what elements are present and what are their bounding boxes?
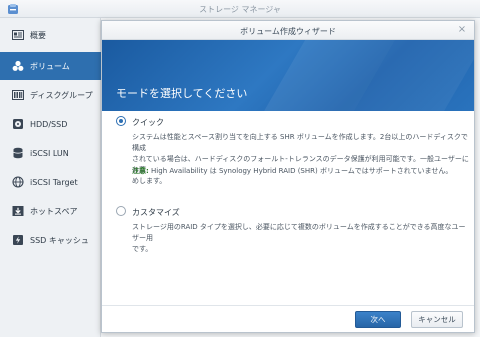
sidebar-item-disk-group[interactable]: ディスクグループ (0, 81, 101, 109)
sidebar: 概要 ボリューム ディスクグループ HDD/SSD iSCSI LUN iSCS… (0, 18, 101, 337)
dialog-titlebar: ボリューム作成ウィザード × (102, 21, 474, 40)
cancel-button[interactable]: キャンセル (411, 311, 463, 328)
quick-mode-label[interactable]: クイック (132, 117, 164, 128)
ssd-cache-icon (13, 235, 23, 245)
description-line: ストレージ用のRAID タイプを選択し、必要に応じて複数のボリュームを作成するこ… (132, 223, 466, 242)
sidebar-item-hot-spare[interactable]: ホットスペア (0, 197, 101, 225)
window-title: ストレージ マネージャ (199, 5, 281, 14)
sidebar-item-overview[interactable]: 概要 (0, 21, 101, 49)
quick-mode-note: 注意: High Availability は Synology Hybrid … (132, 166, 472, 177)
sidebar-item-hdd-ssd[interactable]: HDD/SSD (0, 110, 101, 138)
volume-creation-wizard: ボリューム作成ウィザード × モードを選択してください クイック システムは性能… (101, 20, 475, 333)
dialog-title: ボリューム作成ウィザード (240, 27, 336, 36)
sidebar-item-label: 概要 (30, 30, 46, 40)
disk-group-icon (12, 90, 24, 100)
description-line: めします。 (132, 177, 167, 185)
note-label: 注意: (132, 167, 149, 175)
overview-icon (12, 30, 24, 40)
iscsi-target-icon (12, 176, 24, 188)
custom-mode-label[interactable]: カスタマイズ (132, 207, 180, 218)
custom-mode-radio[interactable] (116, 206, 126, 216)
close-icon[interactable]: × (457, 25, 467, 35)
sidebar-item-label: ボリューム (30, 61, 70, 71)
window-titlebar: ストレージ マネージャ (0, 0, 480, 18)
quick-mode-radio[interactable] (116, 116, 126, 126)
note-text: High Availability は Synology Hybrid RAID… (148, 167, 453, 175)
sidebar-item-label: HDD/SSD (30, 119, 68, 129)
iscsi-lun-icon (13, 147, 23, 159)
sidebar-item-iscsi-lun[interactable]: iSCSI LUN (0, 139, 101, 167)
description-line: です。 (132, 245, 153, 253)
sidebar-item-label: iSCSI LUN (30, 148, 69, 158)
sidebar-item-iscsi-target[interactable]: iSCSI Target (0, 168, 101, 196)
sidebar-item-label: ホットスペア (30, 206, 78, 216)
custom-mode-description: ストレージ用のRAID タイプを選択し、必要に応じて複数のボリュームを作成するこ… (132, 222, 472, 255)
sidebar-item-volume[interactable]: ボリューム (0, 52, 101, 80)
quick-mode-description: システムは性能とスペース割り当てを向上する SHR ボリュームを作成します。2台… (132, 132, 472, 187)
dialog-footer: 次へ キャンセル (102, 305, 474, 332)
description-line: システムは性能とスペース割り当てを向上する SHR ボリュームを作成します。2台… (132, 133, 468, 152)
hot-spare-icon (12, 206, 24, 216)
next-button[interactable]: 次へ (355, 311, 401, 328)
volume-icon (12, 60, 24, 71)
wizard-banner: モードを選択してください (102, 40, 474, 111)
sidebar-item-label: SSD キャッシュ (30, 235, 89, 245)
sidebar-item-label: iSCSI Target (30, 177, 78, 187)
hdd-icon (13, 119, 23, 129)
sidebar-item-label: ディスクグループ (30, 90, 93, 100)
wizard-heading: モードを選択してください (116, 87, 248, 100)
sidebar-item-ssd-cache[interactable]: SSD キャッシュ (0, 226, 101, 254)
